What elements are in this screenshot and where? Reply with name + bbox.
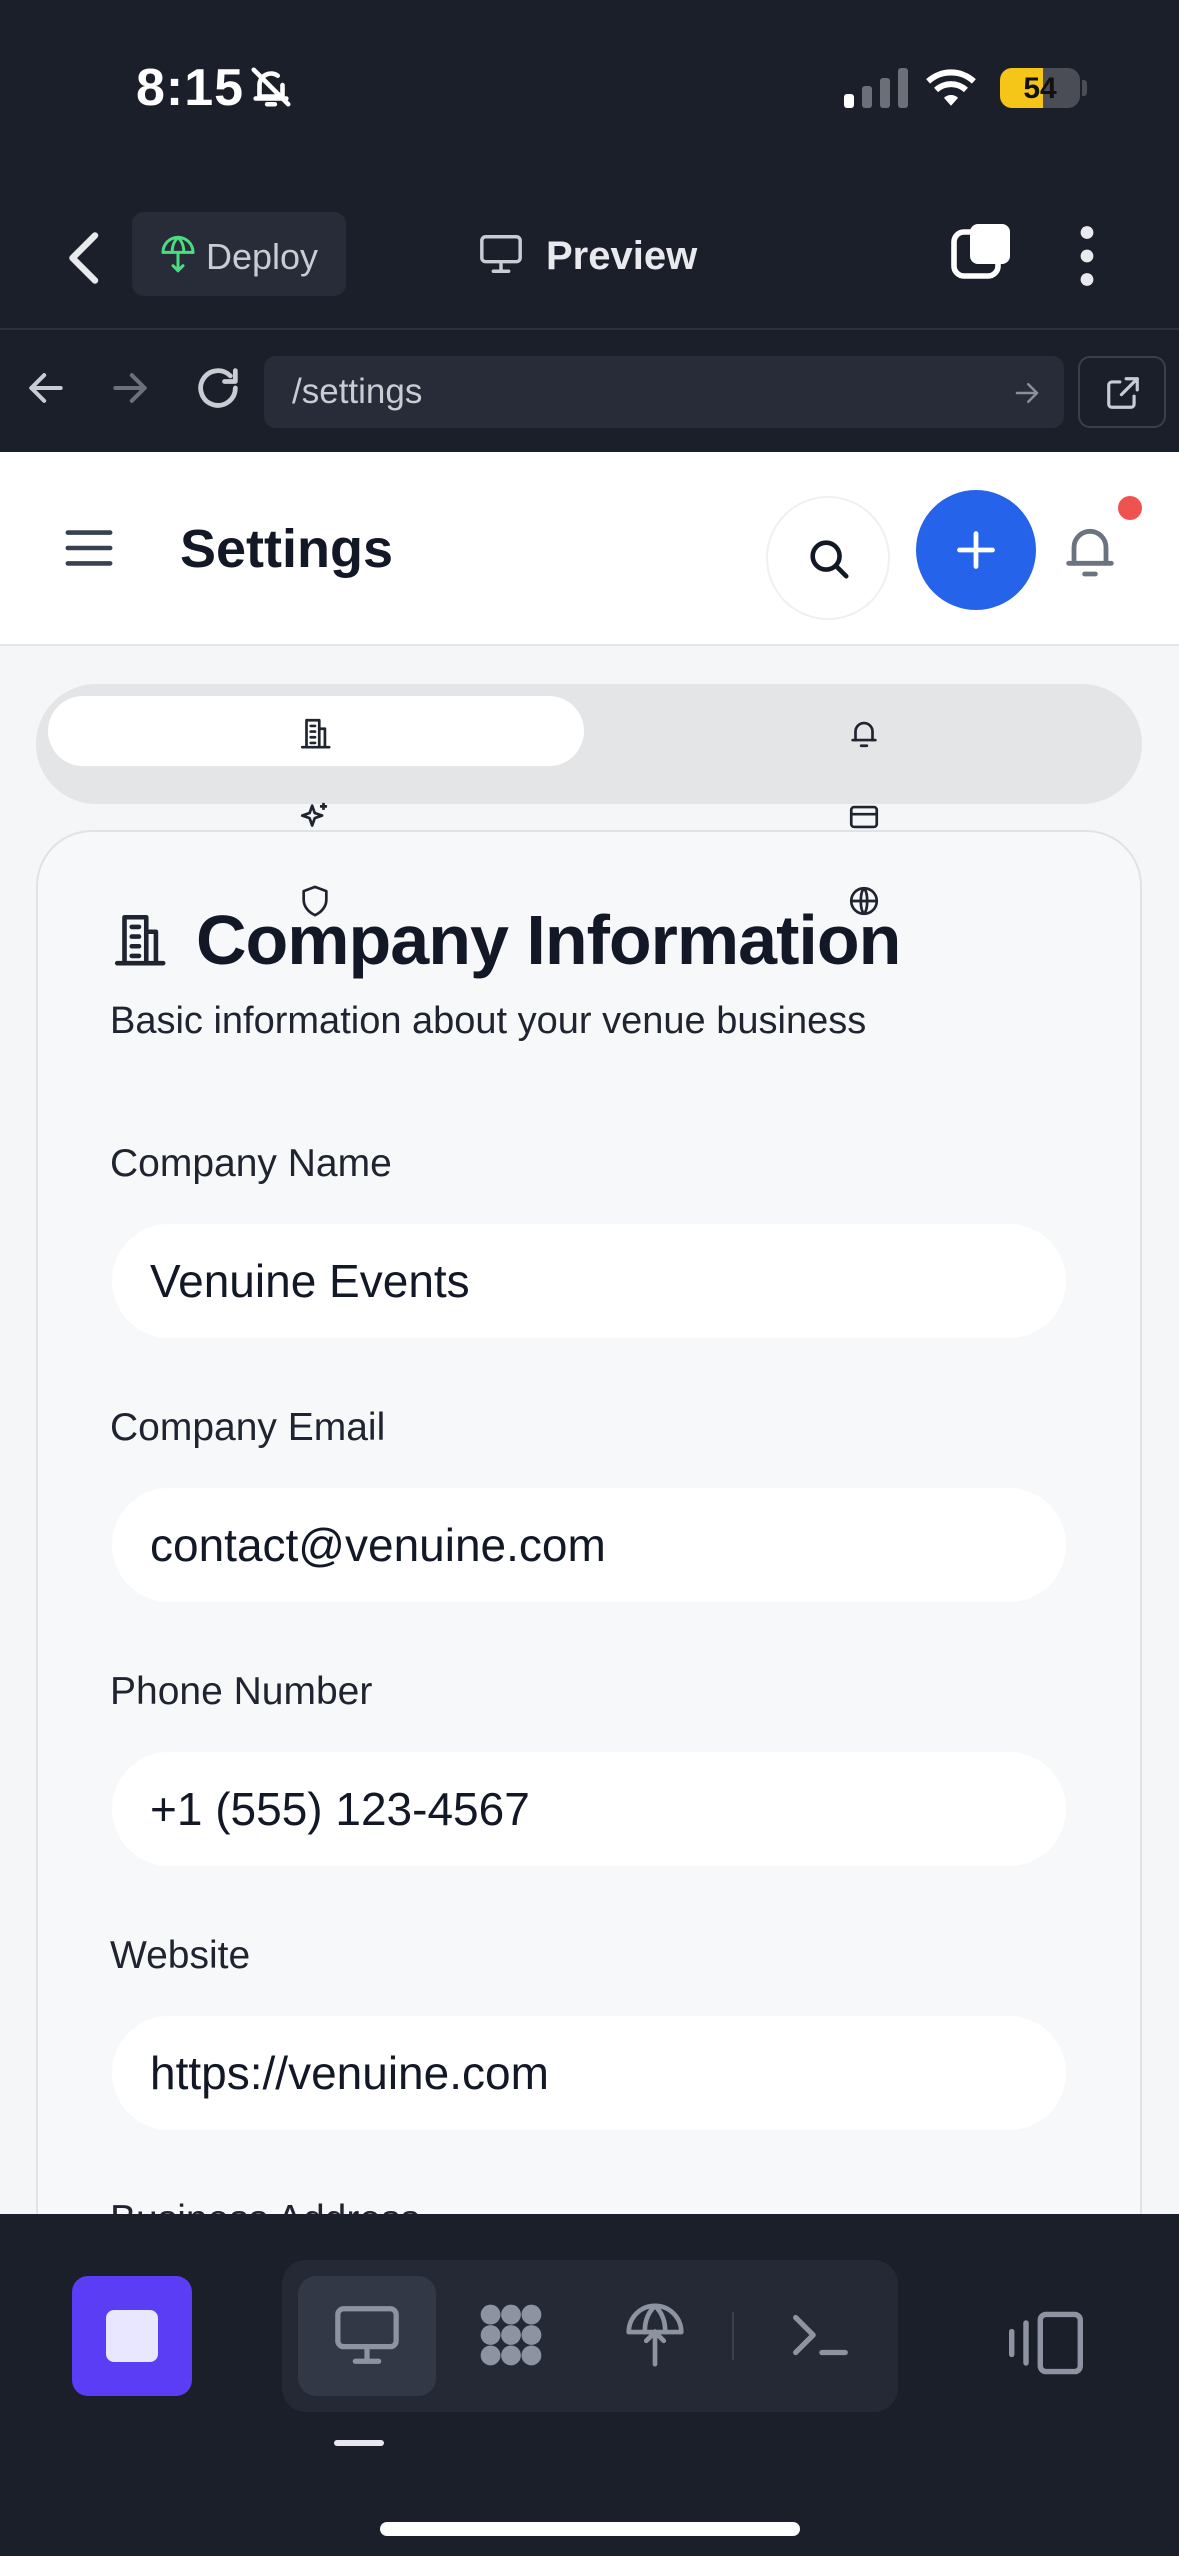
app-header: Settings [0,452,1179,646]
stop-button[interactable] [72,2276,192,2396]
phone-number-label: Phone Number [110,1670,373,1713]
hamburger-menu-icon[interactable] [64,526,114,570]
company-email-input[interactable] [112,1488,1066,1602]
open-external-button[interactable] [1078,356,1166,428]
dock-apps-button[interactable] [442,2276,580,2396]
building-icon[interactable] [298,716,332,750]
battery-nub [1082,80,1087,96]
home-indicator [380,2522,800,2536]
notifications-bell-icon[interactable] [1058,518,1122,582]
notification-badge-dot [1118,496,1142,520]
dock-separator [732,2312,734,2360]
more-options-icon[interactable] [1072,224,1102,288]
url-input[interactable]: /settings [264,356,1064,428]
external-link-icon [1107,377,1139,409]
phone-number-input[interactable] [112,1752,1066,1866]
preview-tab[interactable]: Preview [478,220,718,290]
dock-terminal-button[interactable] [750,2276,888,2396]
bell-icon[interactable] [847,716,881,750]
card-building-icon [114,914,166,966]
page-title: Settings [180,519,394,579]
settings-tab-strip [36,684,1142,804]
url-text: /settings [292,372,423,411]
tab-switcher-icon[interactable] [950,220,1014,284]
browser-back-icon[interactable] [24,366,68,410]
bottom-dock [0,2214,1179,2556]
apps-grid-icon [480,2304,542,2366]
card-title: Company Information [196,901,901,979]
status-bar: 8:15 54 [0,0,1179,190]
deploy-button[interactable]: Deploy [132,212,346,296]
editor-top-bar: Deploy Preview [0,190,1179,330]
company-email-label: Company Email [110,1406,386,1449]
status-time: 8:15 [136,59,245,117]
credit-card-icon[interactable] [847,800,881,834]
browser-address-bar: /settings [0,332,1179,452]
deploy-icon [161,235,195,273]
website-label: Website [110,1934,251,1977]
dock-preview-button[interactable] [298,2276,436,2396]
cellular-signal-icon [844,68,908,108]
sparkles-icon[interactable] [298,800,332,834]
stop-icon [106,2310,158,2362]
card-description: Basic information about your venue busin… [110,1000,867,1042]
reload-icon[interactable] [192,362,244,414]
battery-level: 54 [1023,72,1057,105]
active-dock-indicator [334,2440,384,2446]
wifi-icon [926,69,976,106]
app-viewport: Settings Company Information Basic infor… [0,452,1179,2214]
search-button[interactable] [766,496,890,620]
monitor-icon [480,235,522,273]
bell-off-icon [251,67,291,107]
battery-indicator: 54 [1000,68,1080,108]
back-chevron-icon[interactable] [60,228,110,288]
plus-icon [957,531,995,569]
company-name-input[interactable] [112,1224,1066,1338]
go-arrow-icon[interactable] [1012,378,1042,408]
side-panel-icon[interactable] [1006,2308,1086,2378]
dock-deploy-button[interactable] [586,2276,724,2396]
deploy-label: Deploy [206,236,319,277]
browser-forward-icon[interactable] [108,366,152,410]
search-icon [810,540,849,579]
preview-label: Preview [546,234,698,278]
business-address-label: Business Address [110,2198,420,2214]
terminal-icon [793,2314,848,2356]
add-button[interactable] [916,490,1036,610]
deploy-icon [626,2303,684,2367]
company-name-label: Company Name [110,1142,392,1185]
website-input[interactable] [112,2016,1066,2130]
monitor-icon [335,2306,399,2364]
dock-tool-group [282,2260,898,2412]
